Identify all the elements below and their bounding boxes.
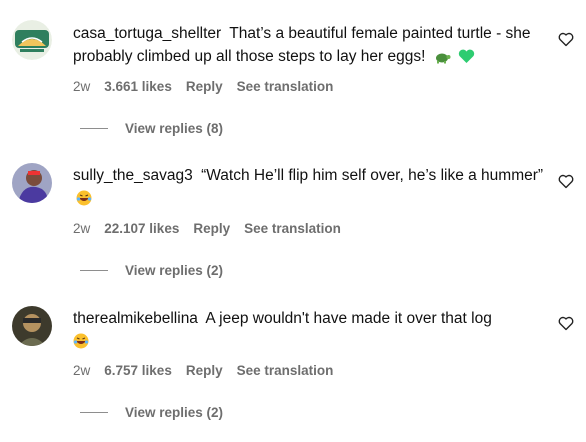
- see-translation-button[interactable]: See translation: [237, 363, 334, 378]
- comment: therealmikebellina A jeep wouldn't have …: [0, 284, 586, 442]
- replies-divider: [80, 128, 108, 129]
- likes-count[interactable]: 3.661 likes: [104, 79, 172, 94]
- view-replies-button[interactable]: View replies (2): [80, 405, 223, 420]
- comment-text: therealmikebellina A jeep wouldn't have …: [73, 307, 548, 356]
- comment-meta: 2w 22.107 likes Reply See translation: [73, 221, 355, 236]
- like-heart-icon[interactable]: [558, 32, 576, 50]
- replies-divider: [80, 270, 108, 271]
- comment-username[interactable]: therealmikebellina: [73, 310, 198, 327]
- like-heart-icon[interactable]: [558, 316, 576, 334]
- turtle-emoji: [433, 48, 451, 71]
- green-heart-emoji: [458, 48, 475, 71]
- laughing-emoji: [76, 190, 92, 213]
- see-translation-button[interactable]: See translation: [244, 221, 341, 236]
- comment-age: 2w: [73, 221, 91, 236]
- comment-age: 2w: [73, 79, 91, 94]
- reply-button[interactable]: Reply: [186, 79, 223, 94]
- avatar[interactable]: [12, 20, 52, 60]
- likes-count[interactable]: 6.757 likes: [104, 363, 172, 378]
- comment-username[interactable]: sully_the_savag3: [73, 167, 193, 184]
- comment-username[interactable]: casa_tortuga_shellter: [73, 25, 221, 42]
- likes-count[interactable]: 22.107 likes: [104, 221, 179, 236]
- avatar[interactable]: [12, 163, 52, 203]
- comment-body: “Watch He’ll flip him self over, he’s li…: [201, 167, 544, 184]
- see-translation-button[interactable]: See translation: [237, 79, 334, 94]
- reply-button[interactable]: Reply: [193, 221, 230, 236]
- comment: casa_tortuga_shellter That’s a beautiful…: [0, 0, 586, 142]
- avatar-photo: [12, 306, 52, 346]
- view-replies-label: View replies (8): [125, 121, 224, 136]
- avatar-photo: [12, 163, 52, 203]
- avatar[interactable]: [12, 306, 52, 346]
- like-heart-icon[interactable]: [558, 174, 576, 192]
- comment-meta: 2w 6.757 likes Reply See translation: [73, 363, 347, 378]
- comment-meta: 2w 3.661 likes Reply See translation: [73, 79, 347, 94]
- view-replies-label: View replies (2): [125, 263, 224, 278]
- comment-text: sully_the_savag3 “Watch He’ll flip him s…: [73, 164, 548, 213]
- comment-age: 2w: [73, 363, 91, 378]
- comment: sully_the_savag3 “Watch He’ll flip him s…: [0, 142, 586, 284]
- view-replies-label: View replies (2): [125, 405, 224, 420]
- view-replies-button[interactable]: View replies (8): [80, 121, 223, 136]
- reply-button[interactable]: Reply: [186, 363, 223, 378]
- view-replies-button[interactable]: View replies (2): [80, 263, 223, 278]
- comment-body: A jeep wouldn't have made it over that l…: [205, 310, 492, 327]
- comment-text: casa_tortuga_shellter That’s a beautiful…: [73, 22, 548, 71]
- laughing-emoji: [73, 333, 89, 356]
- casa-tortuga-logo: [12, 20, 52, 60]
- replies-divider: [80, 412, 108, 413]
